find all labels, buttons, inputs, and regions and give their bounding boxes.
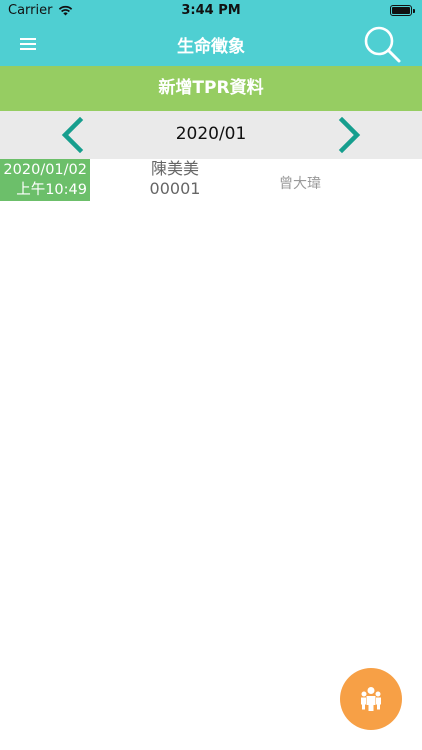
chevron-right-icon[interactable] [334,116,364,154]
battery-icon [390,5,415,16]
patient-id: 00001 [149,179,201,198]
battery-level [392,7,410,14]
add-tpr-button[interactable]: 新增TPR資料 [0,66,422,111]
month-navigator: 2020/01 [0,111,422,159]
app-screen: Carrier 3:44 PM 生命徵象 新增TPR資料 2020/01 202… [0,0,422,750]
table-row[interactable]: 2020/01/02 上午10:49 陳美美 00001 曾大瑋 [0,159,422,203]
search-icon[interactable] [362,24,402,64]
people-group-button[interactable] [340,668,402,730]
nav-bar: 生命徵象 [0,22,422,66]
record-date: 2020/01/02 [3,162,87,178]
record-datetime: 2020/01/02 上午10:49 [0,159,90,201]
status-bar: Carrier 3:44 PM [0,0,422,22]
patient-name: 陳美美 [150,159,199,178]
page-title: 生命徵象 [177,37,245,57]
people-group-icon [361,687,381,711]
record-time: 上午10:49 [16,182,87,198]
nurse-name: 曾大瑋 [279,176,321,192]
status-time: 3:44 PM [181,3,241,18]
patient-info: 陳美美 00001 [130,159,220,199]
